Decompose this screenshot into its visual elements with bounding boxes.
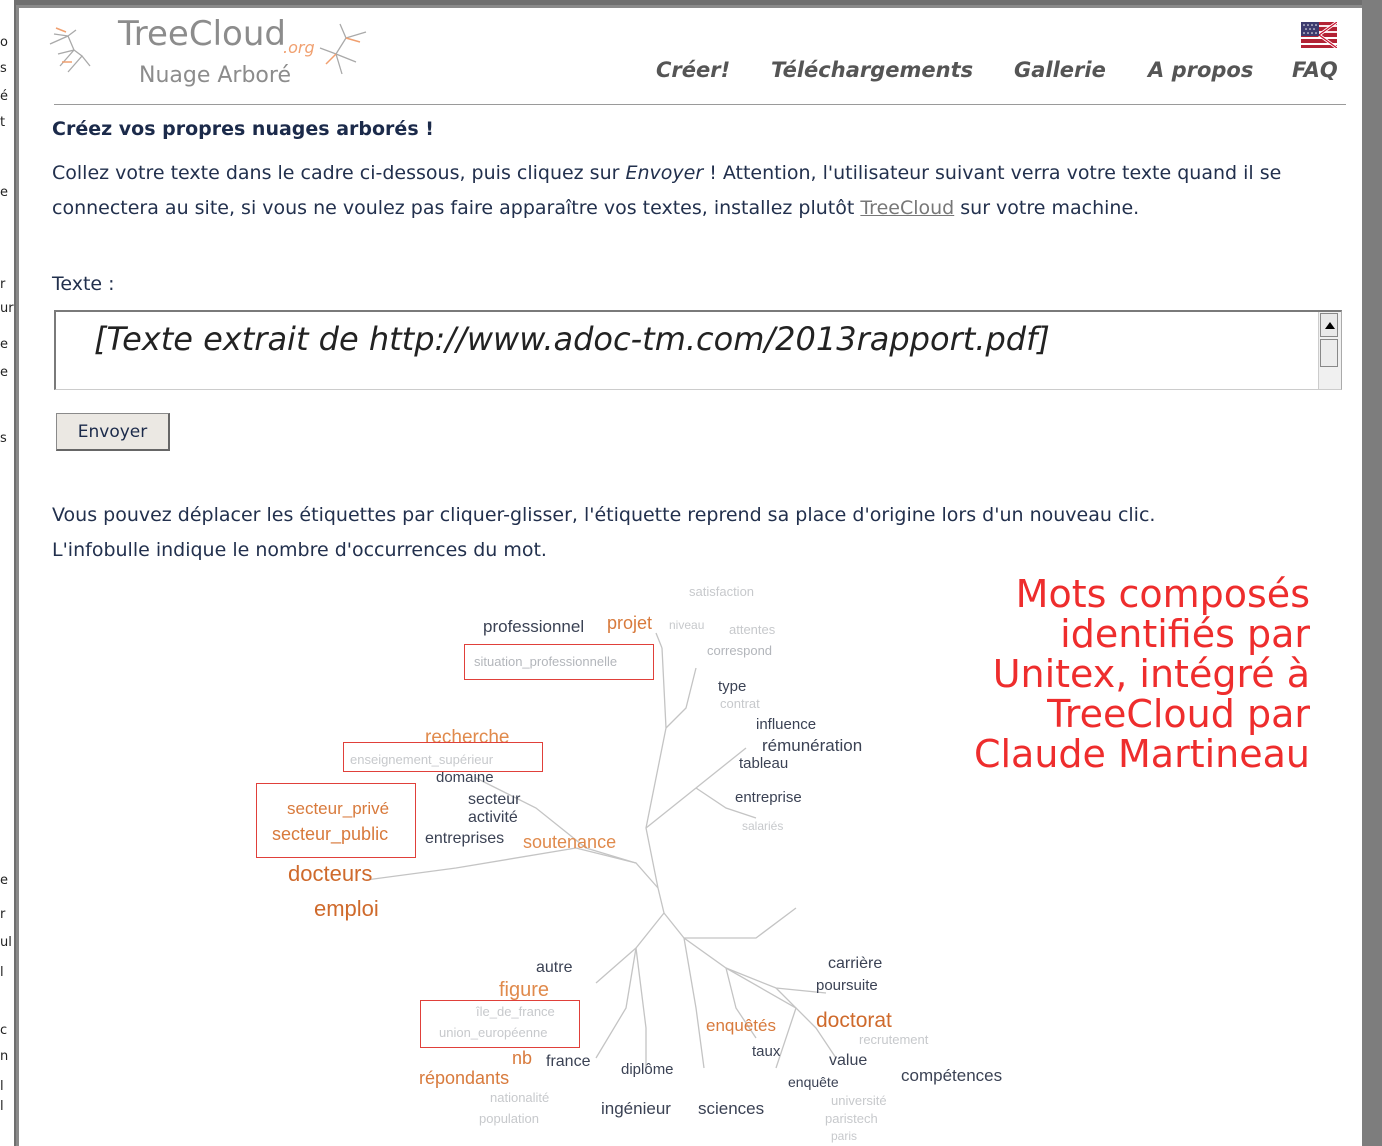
cloud-word-competences[interactable]: compétences [901,1067,1002,1084]
highlight-box-situation [464,644,654,680]
cloud-word-attentes[interactable]: attentes [729,623,775,636]
tree-cloud: satisfaction professionnel projet niveau… [36,8,1364,1146]
cloud-word-niveau[interactable]: niveau [669,619,704,631]
background-text-fragment: o [0,35,8,50]
background-text-fragment: c [0,1023,8,1038]
annotation-line-4: TreeCloud par [1047,692,1310,736]
cloud-word-sciences[interactable]: sciences [698,1100,764,1117]
background-text-fragment: ur [0,301,14,316]
background-text-fragment: e [0,185,8,200]
cloud-word-repondants[interactable]: répondants [419,1069,509,1087]
cloud-word-activite[interactable]: activité [468,810,518,826]
background-text-fragment: ul [0,935,12,950]
background-text-fragment: l [0,1099,4,1114]
cloud-word-docteurs[interactable]: docteurs [288,863,372,885]
page-content: TreeCloud .org Nuage Arboré Créer! Téléc… [36,8,1364,1146]
background-text-fragment: l [0,1079,4,1094]
cloud-word-figure[interactable]: figure [499,980,549,1000]
cloud-word-secteur[interactable]: secteur [468,792,520,808]
cloud-word-tableau[interactable]: tableau [739,756,788,771]
cloud-word-nationalite[interactable]: nationalité [490,1091,549,1104]
cloud-word-projet[interactable]: projet [607,614,652,632]
cloud-word-paristech[interactable]: paristech [825,1112,878,1125]
cloud-word-diplome[interactable]: diplôme [621,1062,674,1077]
background-text-fragment: e [0,365,8,380]
cloud-word-value[interactable]: value [829,1053,867,1069]
cloud-word-recrutement[interactable]: recrutement [859,1033,928,1046]
highlight-box-secteurs [256,783,416,858]
background-text-fragment: é [0,89,8,104]
background-window-strip: o s é t e r ur e e s e r ul l c n l l [0,0,14,1146]
cloud-word-taux[interactable]: taux [752,1044,780,1059]
cloud-word-ingenieur[interactable]: ingénieur [601,1100,671,1117]
annotation-line-2: identifiés par [1060,612,1310,656]
cloud-word-remuneration[interactable]: rémunération [762,737,862,754]
highlight-box-regions [420,1000,580,1048]
background-text-fragment: e [0,337,8,352]
cloud-word-correspond[interactable]: correspond [707,644,772,657]
cloud-word-enquete[interactable]: enquête [788,1075,839,1089]
background-text-fragment: s [0,61,7,76]
background-text-fragment: e [0,873,8,888]
cloud-word-population[interactable]: population [479,1112,539,1125]
annotation-text: Mots composés identifiés par Unitex, int… [906,574,1310,774]
highlight-box-enseignement [343,742,543,772]
annotation-line-5: Claude Martineau [973,732,1310,776]
cloud-word-nb[interactable]: nb [512,1049,532,1067]
cloud-word-salaries[interactable]: salariés [742,820,783,832]
annotation-line-3: Unitex, intégré à [992,652,1310,696]
cloud-word-emploi[interactable]: emploi [314,898,379,920]
cloud-word-france[interactable]: france [546,1054,590,1070]
annotation-line-1: Mots composés [1015,572,1310,616]
cloud-word-carriere[interactable]: carrière [828,956,882,972]
background-text-fragment: t [0,115,6,130]
background-text-fragment: l [0,965,4,980]
cloud-word-soutenance[interactable]: soutenance [523,833,616,851]
background-text-fragment: n [0,1049,9,1064]
background-text-fragment: s [0,431,7,446]
cloud-word-universite[interactable]: université [831,1094,887,1107]
cloud-word-contrat[interactable]: contrat [720,697,760,710]
cloud-word-type[interactable]: type [718,679,746,694]
background-text-fragment: r [0,907,6,922]
cloud-word-professionnel[interactable]: professionnel [483,618,584,635]
cloud-word-satisfaction[interactable]: satisfaction [689,585,754,598]
cloud-word-entreprises[interactable]: entreprises [425,831,504,847]
cloud-word-influence[interactable]: influence [756,717,816,732]
cloud-word-entreprise[interactable]: entreprise [735,790,802,805]
cloud-word-autre[interactable]: autre [536,960,572,976]
cloud-word-poursuite[interactable]: poursuite [816,978,878,993]
background-text-fragment: r [0,277,6,292]
cloud-word-enquetes[interactable]: enquêtés [706,1017,776,1034]
cloud-word-doctorat[interactable]: doctorat [816,1010,892,1031]
cloud-word-domaine[interactable]: domaine [436,770,494,785]
cloud-word-paris[interactable]: paris [831,1130,857,1142]
window-right-edge [1362,0,1382,1146]
